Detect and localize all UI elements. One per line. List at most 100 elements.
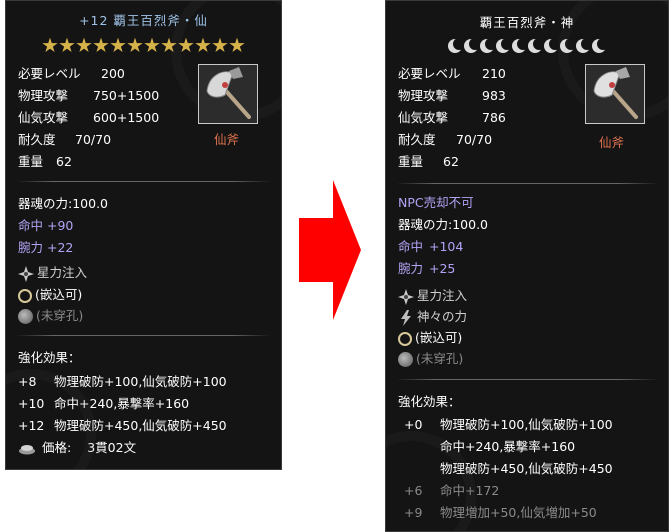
crescent-moon-icon [480,39,494,53]
price-row: 価格: 3貫02文 [18,439,136,457]
crescent-moon-icon [528,39,542,53]
socket-available-label: (嵌込可) [35,287,83,302]
stat-hit-label: 命中 [18,218,44,233]
socket-available-label: (嵌込可) [415,330,463,345]
socket-ring-icon [18,288,32,303]
star-icon [178,37,194,53]
star-infusion-row: 星力注入 [398,287,467,305]
star-icon [42,37,58,53]
stat-durability-label: 耐久度 [398,132,436,147]
socket-empty-label: (未穿孔) [36,308,84,323]
stat-physical-attack-value: 750+1500 [93,88,160,103]
crescent-moon-icon [544,39,558,53]
stat-arm-label: 腕力 [18,240,44,255]
axe-item-icon [585,64,645,124]
stat-weight-value: 62 [443,154,459,169]
stat-weight-value: 62 [56,154,72,169]
soul-power: 器魂の力:100.0 [18,196,108,211]
divider [396,183,658,184]
red-arrow-icon [299,180,361,320]
enhance-effect: 命中+240,暴撃率+160 [440,439,576,454]
crescent-moon-icon [592,39,606,53]
stat-required-level-value: 210 [482,66,506,81]
socket-empty-row: (未穿孔) [18,307,83,325]
star-icon [76,37,92,53]
stat-arm-value: +22 [47,240,74,255]
axe-item-icon [198,64,258,124]
stat-arm-value: +25 [429,261,456,276]
socket-empty-row: (未穿孔) [398,350,463,368]
item-tooltip-right: 覇王百烈斧・神 必要レベル 210 物理攻撃 983 仙気攻撃 786 耐久度 … [385,0,669,532]
enhance-level: +9 [404,505,423,520]
enhance-effect: 物理破防+100,仙気破防+100 [440,417,613,432]
stat-durability-value: 70/70 [75,132,112,147]
stat-sen-attack-label: 仙気攻撃 [398,110,449,125]
star-infusion-icon [18,265,34,282]
divider [396,379,658,380]
star-icon [229,37,245,53]
enhance-header: 強化効果： [18,350,81,365]
npc-sale-note: NPC売却不可 [398,195,474,210]
crescent-moon-icon [448,39,462,53]
star-infusion-icon [398,288,414,305]
enhance-level: +10 [18,396,45,411]
socket-empty-icon [398,352,413,367]
enhance-effect: 物理破防+100,仙気破防+100 [54,374,227,389]
divider [16,335,271,336]
enhance-header: 強化効果： [398,394,461,409]
stat-required-level-label: 必要レベル [398,66,461,81]
crescent-moon-icon [464,39,478,53]
stat-physical-attack-label: 物理攻撃 [398,88,449,103]
stat-sen-attack-value: 600+1500 [93,110,160,125]
stat-sen-attack-label: 仙気攻撃 [18,110,69,125]
stat-physical-attack-value: 983 [482,88,506,103]
crescent-moon-icon [496,39,510,53]
socket-available-row: (嵌込可) [398,329,462,347]
star-icon [59,37,75,53]
star-icon [110,37,126,53]
star-infusion-label: 星力注入 [417,288,468,303]
item-type-label: 仙斧 [599,135,625,150]
enhance-level: +8 [18,374,37,389]
star-infusion-label: 星力注入 [37,265,88,280]
socket-empty-label: (未穿孔) [416,351,464,366]
crescent-moon-icon [576,39,590,53]
star-icon [93,37,109,53]
item-type-label: 仙斧 [214,132,240,147]
star-rating [6,37,281,54]
star-infusion-row: 星力注入 [18,264,87,282]
stat-hit-value: +104 [429,239,464,254]
soul-power: 器魂の力:100.0 [398,217,488,232]
crescent-moon-icon [512,39,526,53]
enhance-effect: 命中+240,暴撃率+160 [54,396,190,411]
star-icon [144,37,160,53]
item-title: 覇王百烈斧・神 [479,15,575,30]
price-label: 価格: [42,440,72,455]
stat-arm-label: 腕力 [398,261,424,276]
socket-available-row: (嵌込可) [18,286,82,304]
coin-icon [19,444,35,454]
socket-ring-icon [398,331,412,346]
stat-durability-value: 70/70 [456,132,493,147]
lightning-icon [401,309,411,326]
moon-rating [386,37,668,53]
star-icon [195,37,211,53]
stat-weight-label: 重量 [398,154,424,169]
enhance-level: +0 [404,417,423,432]
star-icon [127,37,143,53]
item-tooltip-left: +12 覇王百烈斧・仙 必要レベル 200 物理攻撃 750+1500 仙気攻撃… [5,0,282,470]
socket-empty-icon [18,309,33,324]
divine-power-row: 神々の力 [398,308,467,326]
crescent-moon-icon [560,39,574,53]
enhance-level: +6 [404,483,423,498]
enhance-effect: 命中+172 [440,483,500,498]
stat-hit-value: +90 [47,218,74,233]
stat-required-level-value: 200 [101,66,125,81]
star-icon [212,37,228,53]
enhance-level: +12 [18,418,45,433]
stat-hit-label: 命中 [398,239,424,254]
divider [16,181,271,182]
item-title: +12 覇王百烈斧・仙 [79,13,208,28]
stat-weight-label: 重量 [18,154,44,169]
enhance-effect: 物理破防+450,仙気破防+450 [54,418,227,433]
